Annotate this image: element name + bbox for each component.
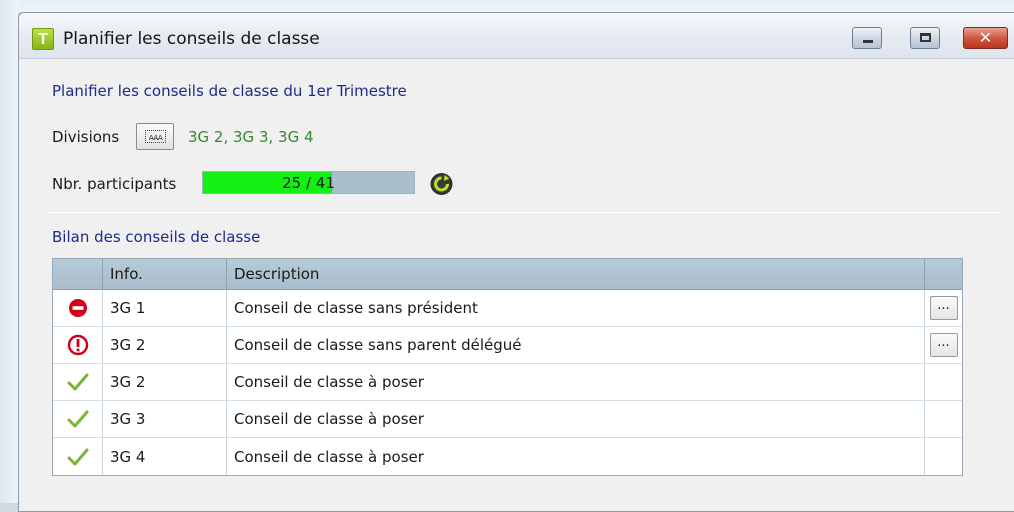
desktop-left-strip (0, 0, 18, 503)
participants-progress-bar: 25 / 41 (202, 171, 415, 194)
action-cell (925, 364, 962, 400)
dialog-window: T Planifier les conseils de classe ✕ Pla… (18, 12, 1014, 512)
divisions-select-button[interactable]: AAA (136, 123, 174, 150)
minimize-button[interactable] (852, 27, 882, 49)
column-header-description[interactable]: Description (227, 259, 925, 289)
info-cell: 3G 2 (103, 364, 227, 400)
description-cell: Conseil de classe à poser (227, 364, 925, 400)
table-row[interactable]: 3G 2 Conseil de classe sans parent délég… (53, 327, 962, 364)
action-cell (925, 401, 962, 437)
bilan-title: Bilan des conseils de classe (52, 228, 261, 246)
info-cell: 3G 4 (103, 438, 227, 475)
action-cell: ... (925, 327, 962, 363)
description-cell: Conseil de classe sans parent délégué (227, 327, 925, 363)
status-cell (53, 364, 103, 400)
status-cell (53, 327, 103, 363)
status-cell (53, 438, 103, 475)
list-select-icon: AAA (145, 130, 166, 143)
window-title: Planifier les conseils de classe (63, 29, 320, 49)
maximize-button[interactable] (910, 27, 940, 49)
divisions-label: Divisions (52, 128, 120, 146)
table-row[interactable]: 3G 3 Conseil de classe à poser (53, 401, 962, 438)
desktop-top-strip (0, 0, 1014, 12)
dialog-content: Planifier les conseils de classe du 1er … (19, 59, 1014, 511)
info-cell: 3G 3 (103, 401, 227, 437)
checkmark-icon (67, 410, 88, 428)
progress-text: 25 / 41 (282, 174, 335, 192)
exclamation-circle-icon (67, 334, 88, 356)
close-icon: ✕ (978, 28, 993, 47)
checkmark-icon (67, 448, 88, 465)
bilan-table: Info. Description 3G 1 Conseil de classe… (52, 258, 963, 476)
column-header-info[interactable]: Info. (103, 259, 227, 289)
description-cell: Conseil de classe à poser (227, 401, 925, 437)
minimize-icon (863, 40, 873, 43)
section-divider (49, 212, 999, 213)
column-header-status[interactable] (53, 259, 103, 289)
details-button[interactable]: ... (929, 296, 958, 320)
column-header-action (925, 259, 962, 289)
divisions-value: 3G 2, 3G 3, 3G 4 (188, 128, 314, 146)
action-cell: ... (925, 290, 962, 326)
refresh-button[interactable] (429, 171, 454, 196)
status-cell (53, 401, 103, 437)
no-entry-icon (68, 299, 87, 317)
participants-label: Nbr. participants (52, 175, 177, 193)
table-row[interactable]: 3G 2 Conseil de classe à poser (53, 364, 962, 401)
maximize-icon (920, 33, 931, 42)
table-header: Info. Description (53, 259, 962, 290)
refresh-icon (430, 173, 453, 195)
table-row[interactable]: 3G 4 Conseil de classe à poser (53, 438, 962, 475)
description-cell: Conseil de classe sans président (227, 290, 925, 326)
description-cell: Conseil de classe à poser (227, 438, 925, 475)
status-cell (53, 290, 103, 326)
page-heading: Planifier les conseils de classe du 1er … (52, 82, 407, 100)
action-cell (925, 438, 962, 475)
table-row[interactable]: 3G 1 Conseil de classe sans président ..… (53, 290, 962, 327)
checkmark-icon (67, 373, 88, 391)
title-bar[interactable]: T Planifier les conseils de classe ✕ (19, 13, 1014, 59)
info-cell: 3G 2 (103, 327, 227, 363)
details-button[interactable]: ... (929, 333, 958, 357)
app-logo-icon: T (32, 28, 54, 50)
info-cell: 3G 1 (103, 290, 227, 326)
close-button[interactable]: ✕ (963, 27, 1008, 49)
